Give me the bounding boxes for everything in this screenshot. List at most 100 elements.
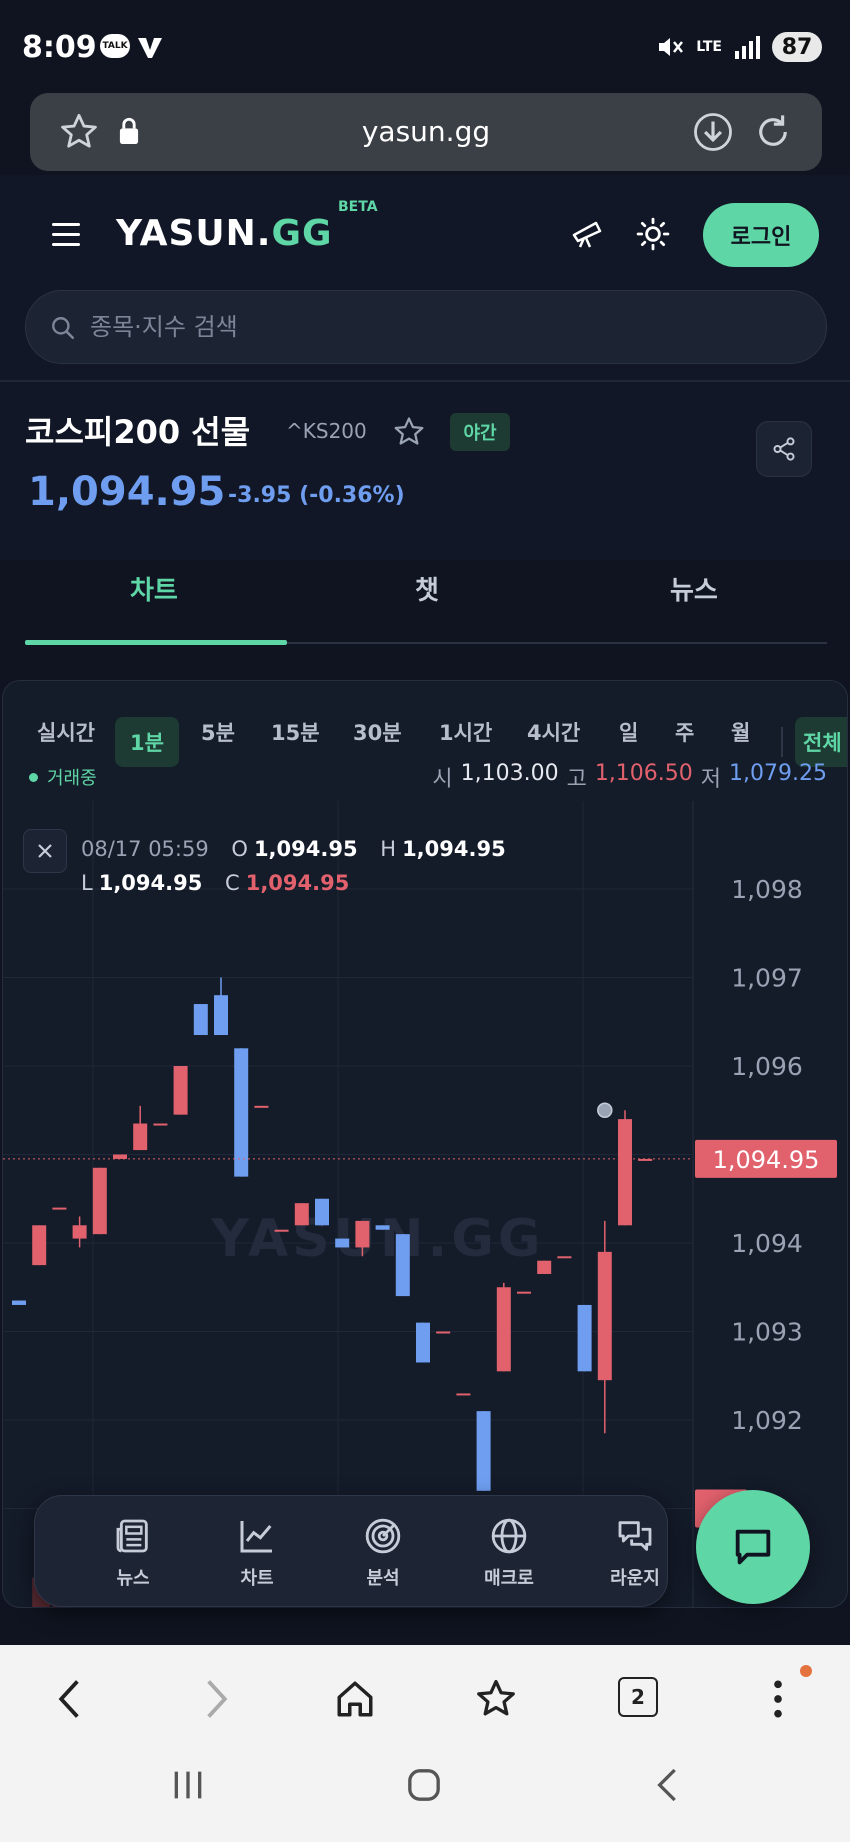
nav-label-news: 뉴스 [116, 1568, 150, 1589]
candle-body [153, 1123, 168, 1126]
nav-label-macro: 매크로 [484, 1568, 534, 1589]
back-icon[interactable] [52, 1677, 88, 1721]
trading-status-dot [29, 773, 38, 782]
recent-apps-icon[interactable] [168, 1765, 208, 1805]
y-axis-tick-label: 1,093 [731, 1318, 803, 1347]
bookmarks-icon[interactable] [474, 1677, 518, 1721]
crosshair-dot [597, 1102, 613, 1118]
legend-h-value: 1,094.95 [402, 837, 506, 861]
legend-c-label: C [225, 871, 240, 895]
candle-body [456, 1393, 471, 1396]
site-logo[interactable]: YASUN.GG [116, 213, 333, 254]
download-icon[interactable] [692, 111, 734, 153]
low-value: 1,079.25 [729, 761, 827, 786]
candle-body [32, 1225, 47, 1266]
notification-icon [138, 38, 162, 58]
favorite-star-icon[interactable] [392, 415, 426, 449]
signal-icon [735, 36, 760, 59]
chart-watermark: YASUN.GG [210, 1209, 544, 1269]
interval-day[interactable]: 일 [619, 717, 638, 747]
tabs-button[interactable]: 2 [618, 1677, 658, 1717]
candle-body [476, 1411, 491, 1491]
login-button[interactable]: 로그인 [703, 203, 819, 267]
interval-all[interactable]: 전체 [795, 717, 847, 767]
system-home-icon[interactable] [404, 1765, 444, 1805]
nav-item-news[interactable]: 뉴스 [83, 1516, 183, 1590]
open-label: 시 [432, 767, 453, 792]
interval-1m[interactable]: 1분 [115, 717, 179, 767]
beta-badge: BETA [338, 199, 378, 215]
interval-4h[interactable]: 4시간 [527, 717, 580, 747]
search-box[interactable] [25, 290, 827, 364]
chat-bubbles-icon [618, 1521, 652, 1551]
interval-realtime[interactable]: 실시간 [37, 717, 95, 747]
stock-name: 코스피200 선물 [25, 413, 251, 451]
legend-close-button[interactable] [23, 829, 67, 873]
talk-icon: TALK [100, 34, 130, 58]
mute-icon [659, 38, 684, 56]
nav-item-analysis[interactable]: 분석 [333, 1516, 433, 1590]
candle-body [52, 1207, 67, 1210]
tab-active-indicator [25, 640, 287, 645]
open-value: 1,103.00 [460, 761, 559, 786]
trading-status: 거래중 [47, 768, 97, 789]
candlestick-chart[interactable]: YASUN.GG 1,098 1,097 1,096 1,094 1,093 1,092 1,… [3, 801, 848, 1608]
chart-card: 실시간 1분 5분 15분 30분 1시간 4시간 일 주 월 전체 거래중 시… [2, 680, 848, 1608]
chat-fab-button[interactable] [696, 1490, 810, 1604]
candle-body [537, 1260, 552, 1274]
radar-icon [365, 1518, 401, 1554]
system-back-icon[interactable] [648, 1765, 688, 1805]
nav-item-lounge[interactable]: 라운지 [585, 1516, 685, 1590]
globe-icon [491, 1518, 527, 1554]
y-axis-tick-label: 1,098 [731, 875, 803, 904]
candle-body [294, 1203, 309, 1226]
search-input[interactable] [90, 291, 790, 363]
y-axis-tick-label: 1,097 [731, 964, 803, 993]
forward-icon[interactable] [198, 1677, 234, 1721]
candle-body [557, 1256, 572, 1259]
nav-label-analysis: 분석 [366, 1568, 400, 1589]
interval-week[interactable]: 주 [675, 717, 694, 747]
news-icon [116, 1519, 148, 1553]
current-price: 1,094.95 [28, 469, 226, 515]
tab-chart[interactable]: 차트 [130, 570, 178, 607]
header-divider [0, 380, 850, 382]
candle-body [618, 1119, 632, 1226]
tab-chat[interactable]: 챗 [415, 570, 439, 607]
stock-ticker: ^KS200 [286, 419, 367, 443]
browser-url-bar[interactable]: yasun.gg [30, 93, 822, 171]
candle-body [193, 1004, 208, 1036]
candle-body [315, 1198, 329, 1226]
legend-datetime: 08/17 05:59 [81, 837, 209, 861]
crosshair-legend-line2: L 1,094.95 C 1,094.95 [81, 871, 349, 895]
candle-body [517, 1291, 531, 1294]
interval-separator [781, 727, 783, 757]
crosshair-legend-line1: 08/17 05:59 O 1,094.95 H 1,094.95 [81, 837, 522, 861]
candle-body [355, 1220, 370, 1248]
more-menu-icon[interactable] [766, 1677, 790, 1721]
telescope-icon[interactable] [570, 219, 604, 249]
candle-body [395, 1234, 410, 1297]
low-label: 저 [700, 767, 722, 792]
nav-item-chart[interactable]: 차트 [207, 1516, 307, 1590]
interval-month[interactable]: 월 [731, 717, 750, 747]
interval-15m[interactable]: 15분 [271, 717, 320, 747]
theme-toggle-icon[interactable] [636, 217, 670, 251]
candle-body [274, 1229, 289, 1232]
site-header: YASUN.GG BETA 로그인 코스피200 선물 ^KS200 야간 1,… [0, 175, 850, 645]
tab-news[interactable]: 뉴스 [670, 570, 718, 607]
close-icon [38, 844, 52, 858]
interval-30m[interactable]: 30분 [353, 717, 402, 747]
message-icon [735, 1529, 771, 1565]
status-right-icons: LTE 87 [656, 32, 822, 62]
interval-5m[interactable]: 5분 [201, 717, 235, 747]
share-button[interactable] [756, 421, 812, 477]
candle-body [597, 1251, 612, 1381]
share-icon [773, 437, 795, 461]
status-bar: 8:09 TALK LTE 87 [0, 0, 850, 96]
interval-1h[interactable]: 1시간 [439, 717, 492, 747]
home-icon[interactable] [334, 1677, 376, 1721]
nav-item-macro[interactable]: 매크로 [459, 1516, 559, 1590]
menu-icon[interactable] [52, 223, 80, 253]
reload-icon[interactable] [752, 111, 794, 153]
